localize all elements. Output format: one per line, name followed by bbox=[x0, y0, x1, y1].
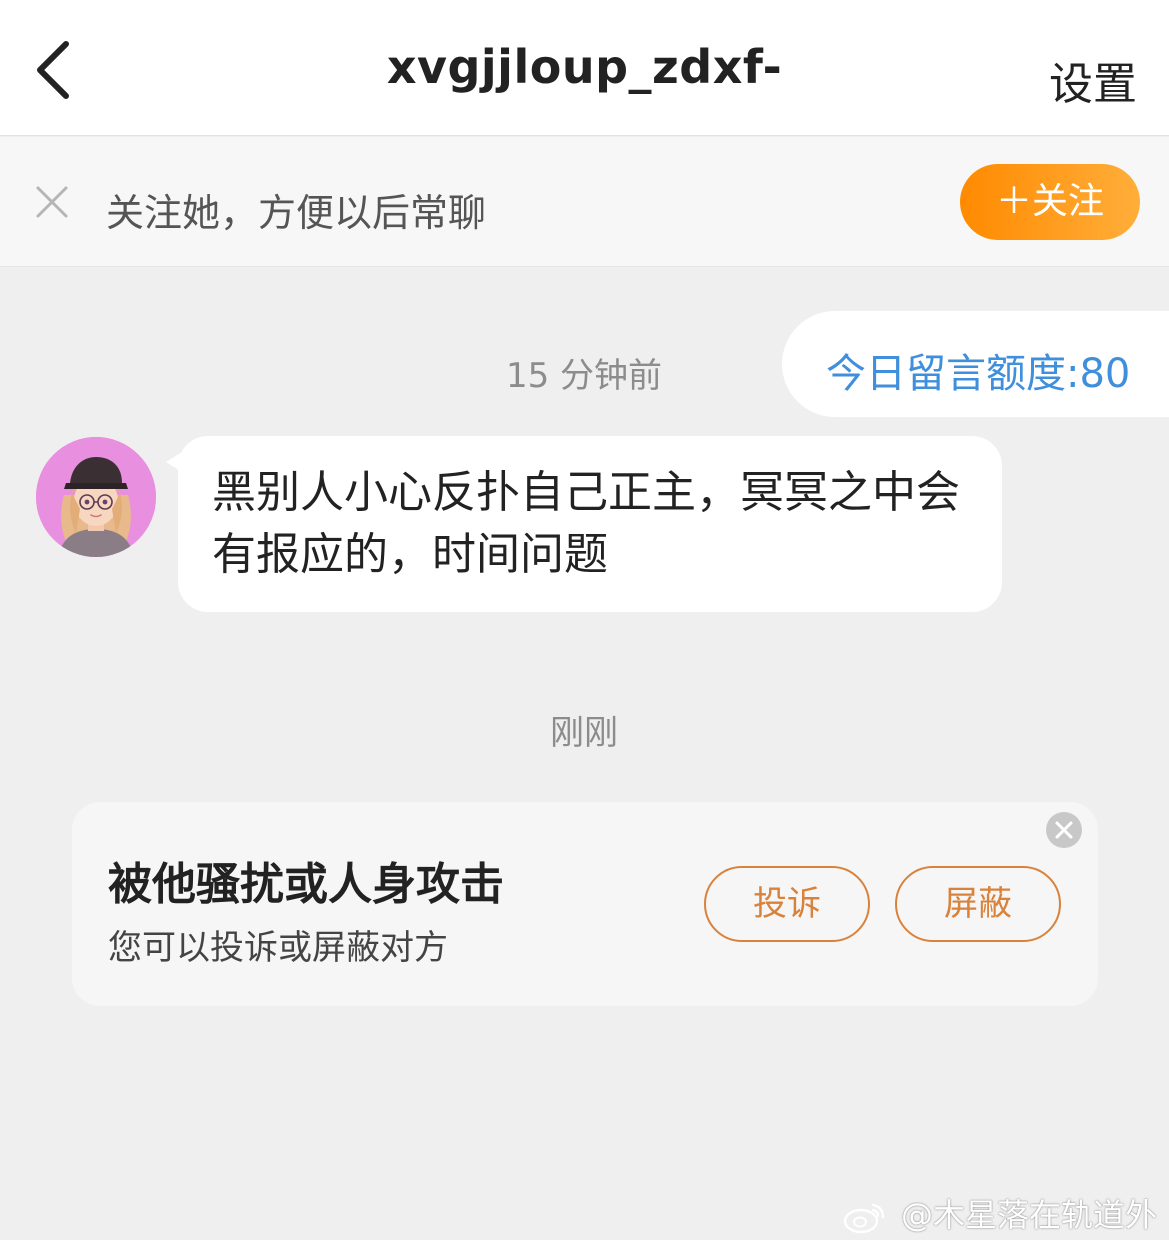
block-button[interactable]: 屏蔽 bbox=[895, 866, 1061, 942]
watermark: @木星落在轨道外 bbox=[843, 1190, 1157, 1236]
message-text: 黑别人小心反扑自己正主，冥冥之中会有报应的，时间问题 bbox=[212, 467, 960, 580]
avatar-girl-cap-icon bbox=[36, 437, 156, 557]
follow-button[interactable]: ＋关注 bbox=[960, 164, 1140, 240]
top-navigation-bar: xvgjjloup_zdxf- 设置 bbox=[0, 0, 1169, 136]
message-bubble-tail bbox=[166, 452, 182, 472]
conversation-title: xvgjjloup_zdxf- bbox=[386, 40, 783, 94]
notice-title: 被他骚扰或人身攻击 bbox=[108, 859, 504, 910]
message-quota-badge: 今日留言额度:80 bbox=[782, 311, 1169, 417]
chat-page: xvgjjloup_zdxf- 设置 关注她，方便以后常聊 ＋关注 今日留言额度… bbox=[0, 0, 1169, 1240]
message-timestamp: 15 分钟前 bbox=[505, 356, 663, 396]
watermark-text: @木星落在轨道外 bbox=[900, 1196, 1157, 1234]
weibo-logo-icon bbox=[843, 1203, 885, 1234]
dismiss-follow-button[interactable] bbox=[34, 184, 70, 220]
follow-prompt-text: 关注她，方便以后常聊 bbox=[106, 191, 487, 235]
report-button[interactable]: 投诉 bbox=[704, 866, 870, 942]
notice-close-button[interactable] bbox=[1046, 812, 1082, 848]
close-icon bbox=[36, 186, 68, 218]
avatar[interactable] bbox=[36, 437, 156, 557]
message-quota-text: 今日留言额度:80 bbox=[826, 351, 1131, 397]
notice-timestamp: 刚刚 bbox=[550, 713, 618, 753]
settings-button[interactable]: 设置 bbox=[1049, 48, 1137, 112]
notice-subtitle: 您可以投诉或屏蔽对方 bbox=[108, 928, 448, 968]
close-icon bbox=[1055, 821, 1073, 839]
